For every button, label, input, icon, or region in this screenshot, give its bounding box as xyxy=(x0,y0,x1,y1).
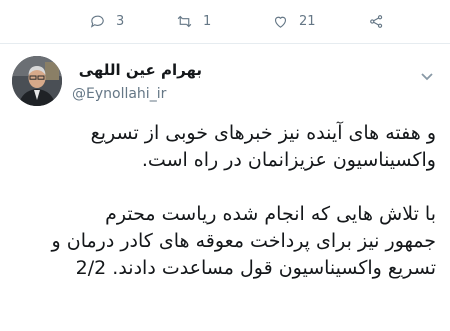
retweet-icon xyxy=(177,15,192,27)
share-icon xyxy=(370,14,383,28)
tweet-text-line: واکسیناسیون عزیزانمان در راه است. xyxy=(141,149,436,171)
like-button[interactable]: 21 xyxy=(272,8,316,34)
reply-button[interactable]: 3 xyxy=(89,8,124,34)
retweet-count: 1 xyxy=(203,13,212,29)
tweet-action-bar: 3 1 21 xyxy=(0,8,450,34)
tweet-text: و هفته های آینده نیز خبرهای خوبی از تسری… xyxy=(12,120,436,282)
tweet-divider xyxy=(0,43,450,44)
reply-count: 3 xyxy=(116,13,125,29)
reply-icon xyxy=(90,15,104,28)
tweet-text-line: با تلاش هایی که انجام شده ریاست محترم xyxy=(105,203,436,225)
like-count: 21 xyxy=(299,13,316,29)
tweet-text-line: جمهور نیز برای پرداخت معوقه های کادر درم… xyxy=(51,230,436,252)
chevron-down-icon xyxy=(421,73,433,81)
author-name[interactable]: بهرام عین اللهی xyxy=(72,61,202,79)
retweet-button[interactable]: 1 xyxy=(176,8,211,34)
tweet-text-line: تسریع واکسیناسیون قول مساعدت دادند. 2/2 xyxy=(75,257,436,279)
tweet-text-line: و هفته های آینده نیز خبرهای خوبی از تسری… xyxy=(90,122,436,144)
tweet-menu-button[interactable] xyxy=(420,67,434,81)
profile-photo xyxy=(12,56,62,106)
share-button[interactable] xyxy=(368,8,385,34)
heart-icon xyxy=(274,16,287,28)
avatar[interactable] xyxy=(12,56,62,106)
author-handle[interactable]: @Eynollahi_ir xyxy=(72,86,166,102)
